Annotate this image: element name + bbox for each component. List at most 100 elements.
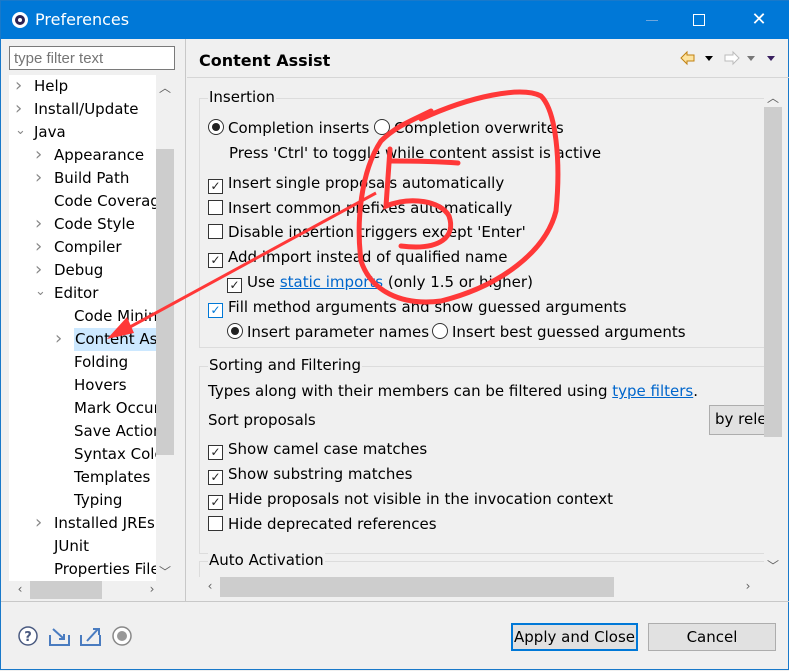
insert-param-names-radio[interactable]: Insert parameter names <box>227 321 429 343</box>
content-hscroll-thumb[interactable] <box>220 577 614 597</box>
preferences-window: Preferences ✕ Help › Install/Update › Java ⌄ A… <box>0 0 789 670</box>
scroll-right-icon[interactable]: › <box>739 579 757 593</box>
tree-item-label: Typing <box>74 491 123 509</box>
static-imports-link[interactable]: static imports <box>280 273 383 291</box>
tree-item-label: Code Coverage <box>54 192 170 210</box>
checkbox[interactable]: ✓ <box>208 179 223 194</box>
label: Completion overwrites <box>394 119 564 137</box>
content-vertical-scrollbar[interactable]: ︿ ﹀ <box>764 85 782 579</box>
auto-activation-title: Auto Activation <box>208 551 325 569</box>
maximize-button[interactable] <box>676 1 722 39</box>
tree-item[interactable]: Help <box>33 75 173 98</box>
chevron-right-icon[interactable]: › <box>35 512 42 533</box>
label: Hide proposals not visible in the invoca… <box>228 490 614 508</box>
chevron-down-icon[interactable]: ⌄ <box>35 284 46 299</box>
scroll-down-icon[interactable]: ﹀ <box>156 563 174 580</box>
checkbox[interactable]: ✓ <box>227 278 242 293</box>
chevron-right-icon[interactable]: › <box>35 259 42 280</box>
tree-item-label: Installed JREs <box>54 514 155 532</box>
label: Insert common prefixes automatically <box>228 199 513 217</box>
forward-menu-icon[interactable] <box>747 56 755 61</box>
help-icon[interactable]: ? <box>18 626 38 646</box>
title-bar: Preferences ✕ <box>1 1 789 39</box>
camel-case-checkbox[interactable]: ✓ Show camel case matches <box>208 438 427 460</box>
insert-best-guessed-radio[interactable]: Insert best guessed arguments <box>432 321 686 343</box>
chevron-right-icon[interactable]: › <box>35 236 42 257</box>
fill-arguments-checkbox[interactable]: ✓ Fill method arguments and show guessed … <box>208 296 627 318</box>
label: Show substring matches <box>228 465 413 483</box>
import-icon[interactable] <box>49 628 70 646</box>
tree-item[interactable]: Install/Update <box>33 98 173 121</box>
checkbox[interactable]: ✓ <box>208 253 223 268</box>
sort-proposals-select[interactable]: by relevance <box>709 405 764 435</box>
scroll-up-icon[interactable]: ︿ <box>764 89 782 106</box>
type-filters-text: Types along with their members can be fi… <box>208 380 698 402</box>
forward-icon[interactable] <box>724 50 740 66</box>
checkbox[interactable] <box>208 200 223 215</box>
apply-and-close-button[interactable]: Apply and Close <box>511 623 638 651</box>
chevron-down-icon[interactable]: ⌄ <box>15 123 26 138</box>
chevron-right-icon[interactable]: › <box>55 328 62 349</box>
radio[interactable] <box>432 323 448 339</box>
chevron-right-icon[interactable]: › <box>35 167 42 188</box>
tree-item[interactable]: Java <box>33 121 173 144</box>
tree-horizontal-scrollbar[interactable]: ‹ › <box>9 581 174 599</box>
radio[interactable] <box>374 119 390 135</box>
footer-icons: ? <box>18 626 132 646</box>
chevron-right-icon[interactable]: › <box>35 144 42 165</box>
radio-selected[interactable] <box>227 323 243 339</box>
tree-hscroll-thumb[interactable] <box>30 581 102 599</box>
export-icon[interactable] <box>80 628 101 646</box>
completion-inserts-radio[interactable]: Completion inserts <box>208 117 369 139</box>
completion-overwrites-radio[interactable]: Completion overwrites <box>374 117 564 139</box>
back-icon[interactable] <box>680 50 695 66</box>
tree-item-label: Debug <box>54 261 104 279</box>
chevron-right-icon[interactable]: › <box>15 75 22 96</box>
insert-single-checkbox[interactable]: ✓ Insert single proposals automatically <box>208 172 504 194</box>
toggle-hint: Press 'Ctrl' to toggle while content ass… <box>229 144 602 162</box>
hide-invisible-checkbox[interactable]: ✓ Hide proposals not visible in the invoc… <box>208 488 613 510</box>
content-scroll-thumb[interactable] <box>764 107 782 437</box>
checkbox[interactable] <box>208 224 223 239</box>
static-imports-checkbox[interactable]: ✓ Use static imports (only 1.5 or higher) <box>227 271 533 293</box>
page-title: Content Assist <box>199 51 331 70</box>
label: (only 1.5 or higher) <box>387 273 533 291</box>
sorting-title: Sorting and Filtering <box>208 356 363 374</box>
scroll-left-icon[interactable]: ‹ <box>201 579 219 593</box>
checkbox[interactable]: ✓ <box>208 495 223 510</box>
sort-proposals-label: Sort proposals <box>208 411 316 429</box>
disable-triggers-checkbox[interactable]: Disable insertion triggers except 'Enter… <box>208 221 526 243</box>
scroll-left-icon[interactable]: ‹ <box>11 582 29 596</box>
insert-common-checkbox[interactable]: Insert common prefixes automatically <box>208 197 512 219</box>
scroll-right-icon[interactable]: › <box>143 582 161 596</box>
label: . <box>693 382 699 400</box>
close-button[interactable]: ✕ <box>736 1 782 39</box>
checkbox[interactable]: ✓ <box>208 303 223 318</box>
minimize-button[interactable] <box>629 1 675 39</box>
tree-scroll-thumb[interactable] <box>156 149 174 455</box>
cancel-button[interactable]: Cancel <box>648 623 776 651</box>
checkbox[interactable] <box>208 516 223 531</box>
checkbox[interactable]: ✓ <box>208 445 223 460</box>
splitter[interactable] <box>185 39 186 601</box>
substring-checkbox[interactable]: ✓ Show substring matches <box>208 463 412 485</box>
scroll-down-icon[interactable]: ﹀ <box>764 557 782 574</box>
eclipse-gear-icon <box>12 12 28 28</box>
label: Hide deprecated references <box>228 515 437 533</box>
navigation-toolbar <box>680 50 775 66</box>
scroll-up-icon[interactable]: ︿ <box>156 79 174 96</box>
tree-item-label: Java <box>34 123 66 141</box>
radio-selected[interactable] <box>208 119 224 135</box>
view-menu-icon[interactable] <box>767 56 775 61</box>
chevron-right-icon[interactable]: › <box>35 213 42 234</box>
chevron-right-icon[interactable]: › <box>15 98 22 119</box>
record-icon[interactable] <box>112 626 132 646</box>
hide-deprecated-checkbox[interactable]: Hide deprecated references <box>208 513 437 535</box>
checkbox[interactable]: ✓ <box>208 470 223 485</box>
type-filters-link[interactable]: type filters <box>612 382 693 400</box>
content-horizontal-scrollbar[interactable]: ‹ › <box>199 577 764 597</box>
add-import-checkbox[interactable]: ✓ Add import instead of qualified name <box>208 246 507 268</box>
filter-input[interactable] <box>9 46 175 70</box>
tree-vertical-scrollbar[interactable]: ︿ ﹀ <box>156 75 174 581</box>
back-menu-icon[interactable] <box>705 56 713 61</box>
